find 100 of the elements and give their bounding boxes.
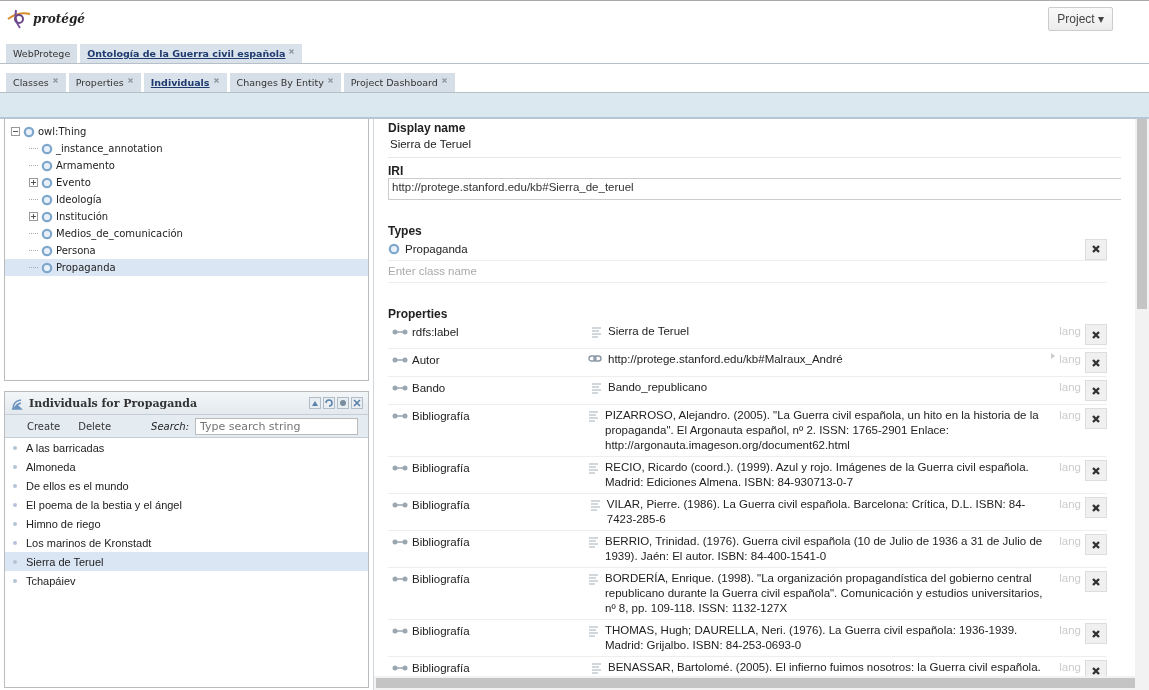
class-circle-icon: [41, 261, 53, 274]
property-name: rdfs:label: [412, 325, 459, 338]
delete-icon: [1091, 329, 1101, 340]
project-tab[interactable]: WebProtege: [6, 44, 78, 63]
play-icon: [1050, 352, 1057, 360]
class-circle-icon: [41, 227, 53, 240]
tree-item[interactable]: Ideología: [56, 194, 102, 205]
search-field[interactable]: Type search string: [195, 417, 358, 435]
vertical-scrollbar[interactable]: [1135, 119, 1149, 690]
property-name: Autor: [412, 353, 440, 366]
chain-link-icon: [588, 354, 602, 363]
tree-item[interactable]: Propaganda: [56, 262, 116, 273]
plus-icon[interactable]: [29, 178, 38, 187]
tree-item[interactable]: Armamento: [56, 160, 115, 171]
delete-button[interactable]: [1085, 352, 1107, 373]
individual-item[interactable]: Sierra de Teruel: [26, 555, 104, 568]
individual-item[interactable]: De ellos es el mundo: [26, 479, 129, 492]
individual-item[interactable]: Himno de riego: [26, 517, 101, 530]
search-label: Search:: [151, 420, 190, 432]
property-value: THOMAS, Hugh; DAURELLA, Neri. (1976). La Guerra civil española: 1936-1939. Madrid: Grijalbo. ISBN: 84-253-0693-0: [605, 623, 1019, 653]
text-lines-icon: [588, 536, 599, 548]
entity-tab[interactable]: Project Dashboard: [343, 73, 455, 92]
display-name-field[interactable]: Sierra de Teruel: [388, 135, 1121, 158]
delete-button[interactable]: [1085, 380, 1107, 401]
delete-button[interactable]: Delete: [78, 420, 112, 432]
delete-button[interactable]: [1085, 571, 1107, 592]
tree-item[interactable]: Institución: [56, 211, 109, 222]
property-value: BORDERÍA, Enrique. (1998). "La organización propagandística del gobierno central republicano durante la Guerra civil española". Comunicación y estudios universitarios, nº 8, pp. 109-118. ISSN: 1132-127X: [605, 571, 1043, 616]
property-name: Bibliografía: [412, 461, 470, 474]
create-button[interactable]: Create: [27, 420, 61, 432]
property-name: Bibliografía: [412, 409, 470, 422]
bullet-icon: [13, 559, 17, 564]
tree-item[interactable]: owl:Thing: [38, 126, 87, 137]
class-circle-icon: [41, 176, 53, 189]
panel-title: Individuals for Propaganda: [29, 396, 199, 410]
delete-icon: [1091, 413, 1101, 424]
delete-button[interactable]: [1085, 460, 1107, 481]
close-icon[interactable]: [351, 397, 363, 409]
entity-tab[interactable]: Classes: [6, 73, 66, 92]
individual-item[interactable]: Los marinos de Kronstadt: [26, 536, 152, 549]
text-lines-icon: [588, 573, 599, 585]
bullet-icon: [13, 521, 17, 526]
delete-button[interactable]: [1085, 497, 1107, 518]
field-label: Display name: [388, 121, 467, 135]
delete-icon: [1091, 385, 1101, 396]
tree-item[interactable]: Medios_de_comunicación: [56, 228, 183, 239]
property-value: RECIO, Ricardo (coord.). (1999). Azul y rojo. Imágenes de la Guerra civil española. Madrid: Ediciones Almena. ISBN: 84-930713-0-7: [605, 460, 1030, 490]
horizontal-scrollbar[interactable]: [374, 676, 1135, 690]
entity-tab[interactable]: Individuals: [143, 73, 227, 92]
individual-item[interactable]: Almoneda: [26, 460, 76, 473]
delete-button[interactable]: [1085, 408, 1107, 429]
minus-icon[interactable]: [11, 127, 20, 136]
property-value: Bando_republicano: [608, 380, 708, 395]
delete-icon: [1091, 665, 1101, 676]
property-value: http://protege.stanford.edu/kb#Malraux_André: [608, 352, 843, 367]
refresh-icon[interactable]: [323, 397, 335, 409]
delete-button[interactable]: [1085, 238, 1107, 260]
individual-item[interactable]: A las barricadas: [26, 441, 105, 454]
property-name: Bando: [412, 381, 446, 394]
class-circle-icon: [41, 159, 53, 172]
delete-button[interactable]: [1085, 324, 1107, 345]
text-lines-icon: [588, 625, 599, 637]
delete-button[interactable]: [1085, 623, 1107, 644]
bullet-icon: [13, 578, 17, 583]
bullet-icon: [13, 502, 17, 507]
project-tab[interactable]: Ontología de la Guerra civil española: [80, 44, 303, 63]
delete-icon: [1091, 357, 1101, 368]
class-circle-icon: [388, 243, 400, 255]
bullet-icon: [13, 464, 17, 469]
logo-text: protégé: [33, 12, 85, 26]
text-lines-icon: [591, 326, 602, 338]
delete-button[interactable]: [1085, 534, 1107, 555]
entity-tab[interactable]: Properties: [68, 73, 141, 92]
individual-item[interactable]: El poema de la bestia y el ángel: [26, 498, 182, 511]
protege-logo-icon: [6, 8, 32, 30]
iri-field[interactable]: http://protege.stanford.edu/kb#Sierra_de_teruel: [388, 178, 1121, 200]
class-circle-icon: [41, 244, 53, 257]
delete-icon: [1091, 465, 1101, 476]
class-circle-icon: [41, 210, 53, 223]
delete-button[interactable]: [1085, 660, 1107, 676]
tree-item[interactable]: Evento: [56, 177, 91, 188]
bullet-icon: [13, 540, 17, 545]
property-value: BENASSAR, Bartolomé. (2005). El infierno fuimos nosotros: la Guerra civil española.: [608, 660, 1041, 675]
section-label: Types: [388, 224, 423, 238]
property-name: Bibliografía: [412, 535, 470, 548]
individual-item[interactable]: Tchapáiev: [26, 574, 76, 587]
property-value: PIZARROSO, Alejandro. (2005). "La Guerra civil española, un hito en la historia de la propaganda". El Argonauta español, nº 2. ISSN: 1765-2901 Enlace: http://argonauta.imageson.org/document62.html: [605, 408, 1040, 453]
class-circle-icon: [23, 125, 35, 138]
project-menu-button[interactable]: Project ▾: [1048, 7, 1113, 31]
entity-tab[interactable]: Changes By Entity: [229, 73, 341, 92]
text-lines-icon: [591, 382, 602, 394]
tree-item[interactable]: Persona: [56, 245, 96, 256]
collapse-icon[interactable]: [309, 397, 321, 409]
field-label: IRI: [388, 164, 405, 178]
text-lines-icon: [588, 462, 599, 474]
delete-icon: [1091, 628, 1101, 639]
text-lines-icon: [589, 499, 601, 511]
tree-item[interactable]: _instance_annotation: [56, 143, 163, 154]
plus-icon[interactable]: [29, 212, 38, 221]
property-value: BERRIO, Trinidad. (1976). Guerra civil española (10 de Julio de 1936 a 31 de Julio de 1939). Jaén: El autor. ISBN: 84-400-1541-0: [605, 534, 1043, 564]
